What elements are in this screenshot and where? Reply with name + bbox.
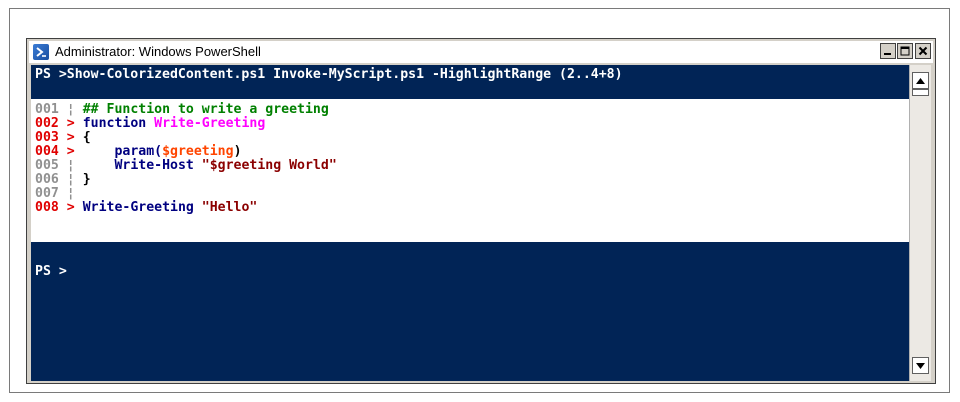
line-number: 004 [35, 144, 59, 159]
highlight-marker: > [66, 116, 75, 131]
line-number: 006 [35, 172, 59, 187]
close-icon [918, 46, 928, 56]
powershell-icon[interactable] [33, 44, 49, 60]
code-token: "$greeting World" [201, 158, 337, 173]
line-number: 001 [35, 102, 59, 117]
code-line: 005 ¦ Write-Host "$greeting World" [35, 159, 337, 173]
maximize-icon [900, 46, 910, 56]
console-area[interactable]: PS >Show-ColorizedContent.ps1 Invoke-MyS… [31, 65, 931, 381]
code-line: 006 ¦ } [35, 173, 91, 187]
highlight-marker: > [66, 200, 75, 215]
minimize-icon [884, 53, 891, 55]
close-button[interactable] [915, 43, 931, 59]
line-number: 003 [35, 130, 59, 145]
code-token: { [82, 130, 91, 145]
vertical-scrollbar[interactable] [909, 65, 931, 381]
scroll-up-button[interactable] [912, 72, 929, 89]
arrow-down-icon [916, 362, 925, 369]
code-line: 002 > function Write-Greeting [35, 117, 265, 131]
line-number: 002 [35, 116, 59, 131]
command-line: PS >Show-ColorizedContent.ps1 Invoke-MyS… [35, 67, 623, 82]
line-separator: ¦ [66, 186, 75, 201]
code-line: 004 > param($greeting) [35, 145, 242, 159]
code-token: "Hello" [201, 200, 258, 215]
scroll-thumb[interactable] [912, 89, 929, 96]
line-separator: ¦ [66, 172, 75, 187]
prompt-line: PS > [35, 264, 67, 279]
window-title: Administrator: Windows PowerShell [55, 44, 261, 59]
code-token: Write-Host [82, 158, 202, 173]
line-separator: ¦ [66, 158, 75, 173]
console-buffer[interactable]: PS >Show-ColorizedContent.ps1 Invoke-MyS… [31, 65, 909, 381]
line-number: 008 [35, 200, 59, 215]
code-token: } [82, 172, 91, 187]
code-token: function [82, 116, 155, 131]
line-number: 005 [35, 158, 59, 173]
line-number: 007 [35, 186, 59, 201]
code-token: ) [233, 144, 242, 159]
code-token: Write-Greeting [82, 200, 202, 215]
colorized-output: 001 ¦ ## Function to write a greeting 002… [31, 99, 909, 242]
code-line: 001 ¦ ## Function to write a greeting [35, 103, 329, 117]
code-token: $greeting [162, 144, 234, 159]
title-bar[interactable]: Administrator: Windows PowerShell [29, 41, 933, 63]
scroll-down-button[interactable] [912, 357, 929, 374]
line-separator: ¦ [66, 102, 75, 117]
highlight-marker: > [66, 130, 75, 145]
minimize-button[interactable] [880, 43, 896, 59]
maximize-button[interactable] [897, 43, 913, 59]
code-token: param( [82, 144, 163, 159]
code-line: 007 ¦ [35, 187, 83, 201]
code-token: Write-Greeting [154, 116, 266, 131]
code-line: 003 > { [35, 131, 91, 145]
arrow-up-icon [916, 77, 925, 84]
highlight-marker: > [66, 144, 75, 159]
code-line: 008 > Write-Greeting "Hello" [35, 201, 257, 215]
code-token: ## Function to write a greeting [82, 102, 329, 117]
powershell-window: Administrator: Windows PowerShell PS >Sh… [26, 38, 936, 384]
